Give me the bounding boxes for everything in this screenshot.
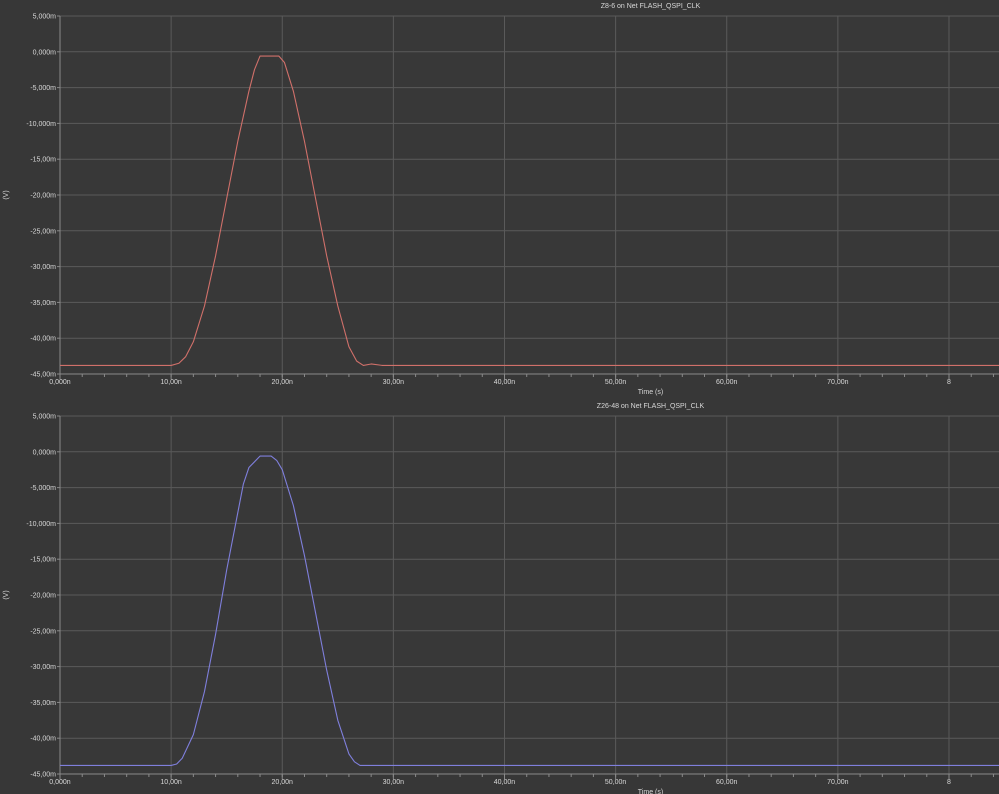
y-tick-label: -25,00m (30, 228, 56, 235)
x-axis-label: Time (s) (638, 389, 663, 396)
y-tick-label: -40,00m (30, 736, 56, 743)
x-tick-label: 0,000n (49, 779, 71, 786)
x-tick-label: 50,00n (605, 379, 627, 386)
y-tick-label: -15,00m (30, 157, 56, 164)
y-tick-label: -45,00m (30, 372, 56, 379)
x-tick-label: 8 (947, 379, 951, 386)
chart-title: Z8-6 on Net FLASH_QSPI_CLK (601, 3, 701, 10)
x-tick-label: 10,00n (160, 779, 182, 786)
y-tick-label: -35,00m (30, 700, 56, 707)
y-tick-label: -30,00m (30, 264, 56, 271)
y-tick-label: 5,000m (33, 14, 57, 21)
chart-panel-bottom: 5,000m 0,000m -5,000m -10,000m -15,00m -20,00… (3, 403, 999, 794)
waveform-viewer: 5,000m 0,000m -5,000m -10,000m -15,00m -20,00… (3, 3, 999, 794)
x-tick-label: 8 (947, 779, 951, 786)
y-tick-label: -5,000m (30, 85, 56, 92)
x-tick-label: 70,00n (827, 779, 849, 786)
x-tick-label: 60,00n (716, 379, 738, 386)
x-tick-label: 40,00n (494, 379, 516, 386)
y-tick-label: 0,000m (33, 49, 57, 56)
y-axis-label: (V) (3, 590, 10, 599)
x-tick-label: 40,00n (494, 779, 516, 786)
x-tick-label: 20,00n (272, 779, 294, 786)
y-tick-label: -5,000m (30, 485, 56, 492)
chart-title: Z26-48 on Net FLASH_QSPI_CLK (597, 403, 705, 410)
x-tick-label: 60,00n (716, 779, 738, 786)
y-tick-label: -40,00m (30, 336, 56, 343)
y-tick-label: -25,00m (30, 628, 56, 635)
y-tick-label: 5,000m (33, 414, 57, 421)
x-tick-label: 20,00n (272, 379, 294, 386)
x-tick-label: 70,00n (827, 379, 849, 386)
y-tick-label: -35,00m (30, 300, 56, 307)
x-tick-label: 30,00n (383, 379, 405, 386)
chart-panel-top: 5,000m 0,000m -5,000m -10,000m -15,00m -20,00… (3, 3, 999, 396)
y-tick-label: -15,00m (30, 557, 56, 564)
x-tick-label: 30,00n (383, 779, 405, 786)
y-tick-label: -10,000m (26, 121, 56, 128)
y-tick-label: -20,00m (30, 593, 56, 600)
y-axis-label: (V) (3, 190, 10, 199)
y-tick-label: 0,000m (33, 449, 57, 456)
y-tick-label: -20,00m (30, 193, 56, 200)
y-tick-label: -45,00m (30, 772, 56, 779)
y-tick-label: -30,00m (30, 664, 56, 671)
x-tick-label: 0,000n (49, 379, 71, 386)
x-tick-label: 50,00n (605, 779, 627, 786)
y-tick-label: -10,000m (26, 521, 56, 528)
x-tick-label: 10,00n (160, 379, 182, 386)
x-axis-label: Time (s) (638, 789, 663, 794)
